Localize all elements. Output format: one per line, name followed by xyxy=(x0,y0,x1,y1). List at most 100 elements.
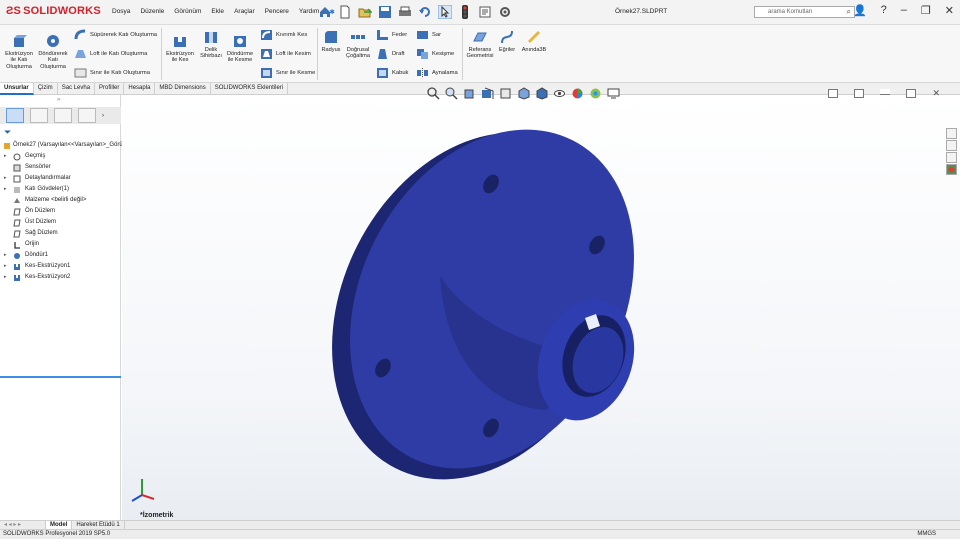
draft-button[interactable]: Draft xyxy=(376,48,405,60)
rollback-bar[interactable] xyxy=(0,376,121,378)
hide-show-items-icon[interactable] xyxy=(553,87,566,100)
feature-manager-tab[interactable] xyxy=(6,108,24,123)
part-model[interactable] xyxy=(122,95,960,520)
edit-appearance-icon[interactable] xyxy=(571,87,584,100)
hole-wizard-button[interactable]: Delik Sihirbazı xyxy=(196,29,226,60)
boundary-boss-button[interactable]: Sınır ile Katı Oluşturma xyxy=(74,67,150,79)
dimxpert-tab[interactable] xyxy=(78,108,96,123)
intersect-button[interactable]: Kesişme xyxy=(416,48,454,60)
file-explorer-icon[interactable] xyxy=(946,152,957,163)
viewport-restore-icon[interactable] xyxy=(906,89,917,98)
tree-item-top-plane[interactable]: Üst Düzlem xyxy=(0,217,121,228)
search-icon[interactable]: ⌕ xyxy=(847,7,851,17)
menu-tools[interactable]: Araçlar xyxy=(234,8,255,16)
collapse-pane-icon[interactable] xyxy=(854,89,865,98)
tree-item-cut-extrude1[interactable]: ▸ Kes-Ekstrüzyon1 xyxy=(0,261,121,272)
extrude-boss-button[interactable]: Ekstrüzyon ile Katı Oluşturma xyxy=(3,33,35,70)
close-icon[interactable]: ✕ xyxy=(945,4,954,17)
dynamic-annotation-icon[interactable] xyxy=(499,87,512,100)
menu-view[interactable]: Görünüm xyxy=(174,8,201,16)
zoom-to-area-icon[interactable] xyxy=(445,87,458,100)
tree-item-right-plane[interactable]: Sağ Düzlem xyxy=(0,228,121,239)
tree-item-history[interactable]: ▸ Geçmiş xyxy=(0,151,121,162)
tree-item-cut-extrude2[interactable]: ▸ Kes-Ekstrüzyon2 xyxy=(0,272,121,283)
open-icon[interactable] xyxy=(358,5,372,19)
tree-item-origin[interactable]: Orijin xyxy=(0,239,121,250)
manager-tabs-more-icon[interactable]: › xyxy=(102,113,104,119)
menu-window[interactable]: Pencere xyxy=(265,8,289,16)
menu-edit[interactable]: Düzenle xyxy=(140,8,164,16)
tree-item-annotations[interactable]: ▸ Detaylandırmalar xyxy=(0,173,121,184)
traffic-light-icon[interactable] xyxy=(458,5,472,19)
wrap-button[interactable]: Sar xyxy=(416,29,441,41)
print-icon[interactable] xyxy=(398,5,412,19)
user-icon[interactable]: 👤 xyxy=(853,4,867,17)
panel-collapse-handle[interactable]: » xyxy=(57,97,60,103)
mirror-button[interactable]: Aynalama xyxy=(416,67,458,79)
configuration-manager-tab[interactable] xyxy=(54,108,72,123)
search-input[interactable]: arama Komutları ⌕ xyxy=(754,6,855,18)
tree-item-sensors[interactable]: Sensörler xyxy=(0,162,121,173)
extrude-cut-button[interactable]: Ekstrüzyon ile Kes xyxy=(164,33,196,64)
expand-icon[interactable]: ▸ xyxy=(4,184,7,195)
help-icon[interactable]: ? xyxy=(881,4,887,17)
solidworks-resources-icon[interactable] xyxy=(946,128,957,139)
graphics-area[interactable] xyxy=(122,95,960,520)
sweep-boss-button[interactable]: Süpürerek Katı Oluşturma xyxy=(74,29,157,41)
tree-root[interactable]: Örnek27 (Varsayılan<<Varsayılan>_Görü xyxy=(0,140,123,151)
save-icon[interactable] xyxy=(378,5,392,19)
tree-item-solid-bodies[interactable]: ▸ Katı Gövdeler(1) xyxy=(0,184,121,195)
property-manager-tab[interactable] xyxy=(30,108,48,123)
file-properties-icon[interactable] xyxy=(478,5,492,19)
reference-geometry-button[interactable]: Referans Geometrisi xyxy=(464,29,496,60)
design-library-icon[interactable] xyxy=(946,140,957,151)
expand-icon[interactable]: ▸ xyxy=(4,261,7,272)
apply-scene-icon[interactable] xyxy=(589,87,602,100)
fillet-button[interactable]: Radyus xyxy=(319,29,343,53)
tab-addins[interactable]: SOLIDWORKS Eklentileri xyxy=(211,83,289,95)
expand-icon[interactable]: ▸ xyxy=(4,173,7,184)
tab-profiles[interactable]: Profiller xyxy=(95,83,125,95)
select-pointer-icon[interactable] xyxy=(438,5,452,19)
expand-icon[interactable]: ▸ xyxy=(4,250,7,261)
view-orientation-icon[interactable] xyxy=(517,87,530,100)
tab-mbd[interactable]: MBD Dimensions xyxy=(155,83,211,95)
tree-item-revolve1[interactable]: ▸ Döndür1 xyxy=(0,250,121,261)
expand-pane-icon[interactable] xyxy=(828,89,839,98)
tab-sketch[interactable]: Çizim xyxy=(34,83,58,95)
loft-boss-button[interactable]: Loft ile Katı Oluşturma xyxy=(74,48,147,60)
menu-help[interactable]: Yardım xyxy=(299,8,319,16)
lofted-cut-button[interactable]: Loft ile Kesim xyxy=(260,48,311,60)
menu-file[interactable]: Dosya xyxy=(112,8,130,16)
unit-system[interactable]: MMGS xyxy=(917,530,936,539)
tab-features[interactable]: Unsurlar xyxy=(0,83,34,95)
expand-icon[interactable]: ▸ xyxy=(4,151,7,162)
new-document-icon[interactable] xyxy=(338,5,352,19)
viewport-close-icon[interactable]: ✕ xyxy=(932,89,940,98)
revolve-cut-button[interactable]: Döndürme ile Kesme xyxy=(224,33,256,64)
curves-button[interactable]: Eğriler xyxy=(496,29,518,53)
tab-evaluate[interactable]: Hesapla xyxy=(124,83,156,95)
expand-icon[interactable]: ▸ xyxy=(4,272,7,283)
previous-view-icon[interactable] xyxy=(463,87,476,100)
viewport-minimize-icon[interactable] xyxy=(880,89,891,95)
tree-item-material[interactable]: Malzeme <belirli değil> xyxy=(0,195,121,206)
boundary-cut-button[interactable]: Sınır ile Kesme xyxy=(260,67,315,79)
zoom-to-fit-icon[interactable] xyxy=(427,87,440,100)
instant3d-button[interactable]: Anında3B xyxy=(519,29,549,53)
tab-sheet-metal[interactable]: Sac Levha xyxy=(58,83,96,95)
minimize-icon[interactable]: – xyxy=(901,4,907,17)
home-icon[interactable] xyxy=(318,5,332,19)
undo-icon[interactable] xyxy=(418,5,432,19)
revolve-boss-button[interactable]: Döndürerek Katı Oluşturma xyxy=(37,33,69,70)
menu-insert[interactable]: Ekle xyxy=(211,8,224,16)
linear-pattern-button[interactable]: Doğrusal Çoğaltma xyxy=(343,29,373,60)
section-view-icon[interactable] xyxy=(481,87,494,100)
display-style-icon[interactable] xyxy=(535,87,548,100)
shell-button[interactable]: Kabuk xyxy=(376,67,408,79)
swept-cut-button[interactable]: Kıvrımlı Kes xyxy=(260,29,307,41)
filter-icon[interactable]: ⏷ xyxy=(4,127,11,138)
gear-icon[interactable] xyxy=(498,5,512,19)
view-settings-icon[interactable] xyxy=(607,87,620,100)
rib-button[interactable]: Feder xyxy=(376,29,407,41)
